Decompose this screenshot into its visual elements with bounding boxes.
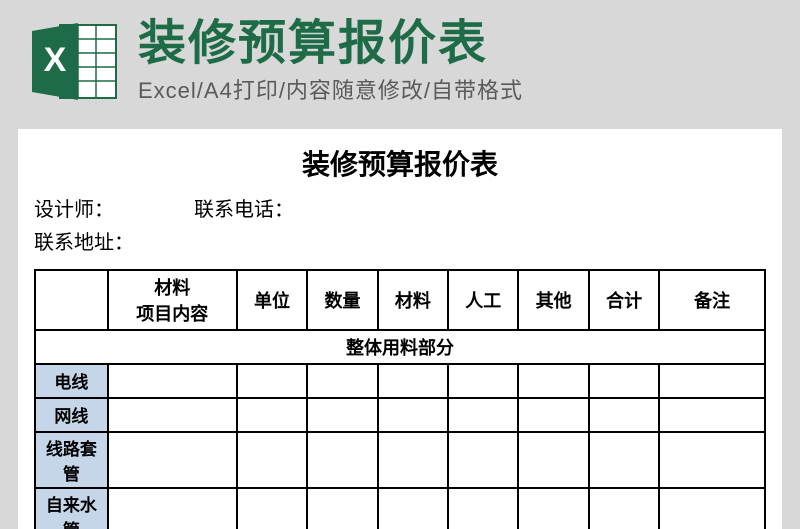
cell — [307, 432, 377, 488]
cell — [518, 488, 588, 529]
col-material-item: 材料 项目内容 — [108, 270, 237, 330]
cell — [108, 432, 237, 488]
cell — [659, 488, 765, 529]
page-title: 装修预算报价表 — [138, 18, 523, 71]
phone-label: 联系电话： — [194, 193, 294, 222]
page-subtitle: Excel/A4打印/内容随意修改/自带格式 — [138, 73, 523, 105]
table-row: 网线 — [35, 398, 765, 432]
table-row: 线路套管 — [35, 432, 765, 488]
row-name: 自来水管 — [35, 488, 108, 529]
cell — [237, 432, 307, 488]
row-name: 网线 — [35, 398, 108, 432]
cell — [307, 398, 377, 432]
cell — [589, 488, 659, 529]
designer-label: 设计师： — [34, 193, 154, 222]
table-header-row: 材料 项目内容 单位 数量 材料 人工 其他 合计 备注 — [35, 270, 765, 330]
cell — [589, 432, 659, 488]
cell — [518, 432, 588, 488]
col-labor: 人工 — [448, 270, 518, 330]
table-row: 自来水管 — [35, 488, 765, 529]
cell — [108, 364, 237, 398]
col-other: 其他 — [518, 270, 588, 330]
cell — [448, 398, 518, 432]
info-row-1: 设计师： 联系电话： — [34, 193, 766, 222]
col-material: 材料 — [378, 270, 448, 330]
cell — [237, 364, 307, 398]
cell — [589, 398, 659, 432]
cell — [378, 432, 448, 488]
cell — [518, 364, 588, 398]
cell — [448, 488, 518, 529]
cell — [237, 488, 307, 529]
section-row: 整体用料部分 — [35, 330, 765, 364]
cell — [307, 488, 377, 529]
info-row-2: 联系地址： — [34, 226, 766, 255]
header-text: 装修预算报价表 Excel/A4打印/内容随意修改/自带格式 — [138, 18, 523, 105]
cell — [378, 398, 448, 432]
cell — [589, 364, 659, 398]
cell — [378, 488, 448, 529]
row-name: 电线 — [35, 364, 108, 398]
page-header: X 装修预算报价表 Excel/A4打印/内容随意修改/自带格式 — [0, 0, 800, 119]
document-title: 装修预算报价表 — [34, 143, 766, 183]
svg-text:X: X — [44, 41, 67, 79]
cell — [659, 364, 765, 398]
cell — [108, 398, 237, 432]
excel-icon: X — [30, 19, 120, 104]
document-preview: 装修预算报价表 设计师： 联系电话： 联系地址： 材料 项目内容 单位 数量 材… — [18, 129, 782, 529]
row-name: 线路套管 — [35, 432, 108, 488]
section-label: 整体用料部分 — [35, 330, 765, 364]
cell — [659, 398, 765, 432]
col-blank — [35, 270, 108, 330]
col-total: 合计 — [589, 270, 659, 330]
cell — [448, 432, 518, 488]
cell — [378, 364, 448, 398]
cell — [448, 364, 518, 398]
cell — [659, 432, 765, 488]
col-note: 备注 — [659, 270, 765, 330]
cell — [518, 398, 588, 432]
col-qty: 数量 — [307, 270, 377, 330]
cell — [237, 398, 307, 432]
cell — [108, 488, 237, 529]
table-row: 电线 — [35, 364, 765, 398]
address-label: 联系地址： — [34, 232, 134, 254]
col-unit: 单位 — [237, 270, 307, 330]
budget-table: 材料 项目内容 单位 数量 材料 人工 其他 合计 备注 整体用料部分 电线 网… — [34, 269, 766, 529]
cell — [307, 364, 377, 398]
